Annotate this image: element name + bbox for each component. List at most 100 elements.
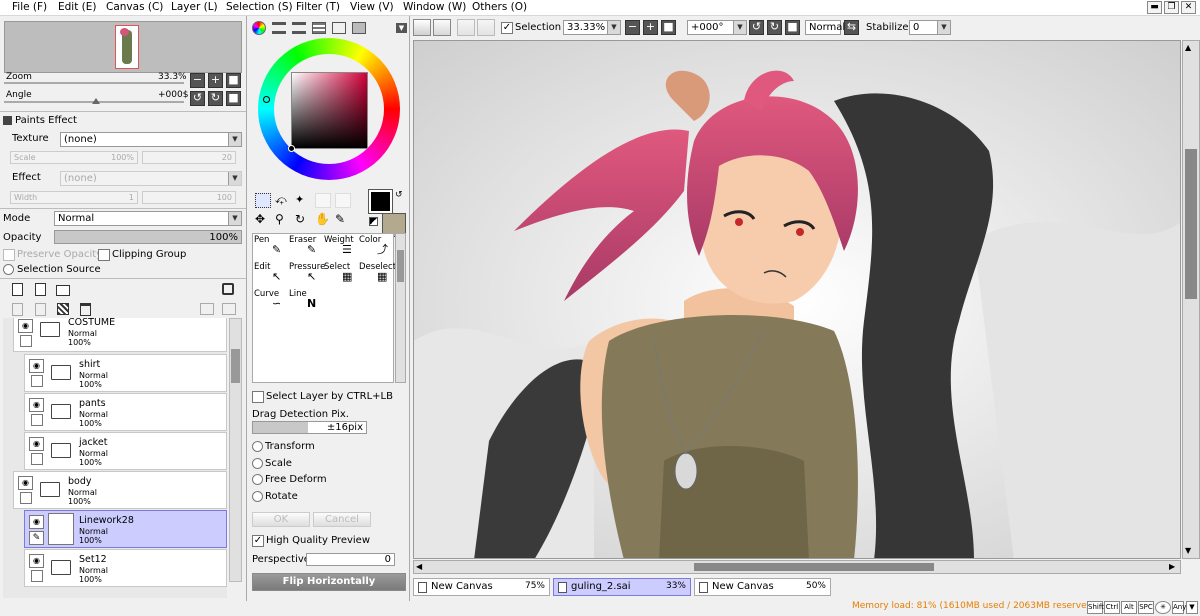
clipping-group-checkbox[interactable] [98, 249, 110, 261]
selection-checkbox[interactable]: ✓ [501, 22, 513, 34]
menu-window[interactable]: Window (W) [403, 1, 466, 13]
pen-icon[interactable]: ✎ [29, 531, 44, 545]
rotate-tool-icon[interactable]: ↻ [295, 212, 305, 226]
tool-line[interactable]: Line N [289, 290, 322, 314]
eye-icon[interactable]: ◉ [18, 476, 33, 490]
redo-icon[interactable] [433, 19, 451, 36]
eyedropper-icon[interactable]: ✎ [335, 212, 345, 226]
rgb-slider-tab-icon[interactable] [272, 22, 286, 34]
blend-mode-field[interactable]: Normal [805, 20, 845, 35]
collapse-icon[interactable] [3, 116, 12, 125]
scroll-left-arrow-icon[interactable]: ◀ [416, 562, 422, 571]
scale-radio[interactable] [252, 458, 263, 469]
layer-row[interactable]: ◉ shirt Normal 100% [24, 354, 227, 392]
scroll-down-arrow-icon[interactable]: ▼ [1185, 546, 1191, 555]
mixer-tab-icon[interactable] [332, 22, 346, 34]
canvas-tab-active[interactable]: guling_2.sai 33% [553, 578, 691, 596]
scrollbar-thumb[interactable] [397, 250, 404, 282]
minimize-button[interactable]: ▬ [1147, 1, 1162, 14]
zoom-select[interactable]: 33.33% ▼ [563, 20, 621, 35]
zoom-tool-icon[interactable]: ⚲ [275, 212, 284, 226]
menu-canvas[interactable]: Canvas (C) [106, 1, 163, 13]
menu-selection[interactable]: Selection (S) [226, 1, 293, 13]
free-deform-radio[interactable] [252, 474, 263, 485]
marquee-tool-icon[interactable] [255, 193, 271, 208]
eye-icon[interactable]: ◉ [29, 515, 44, 529]
layer-row[interactable]: ◉ pants Normal 100% [24, 393, 227, 431]
layer-lock-checkbox[interactable] [20, 335, 32, 347]
panel-menu-icon[interactable]: ▼ [396, 23, 407, 33]
layer-list-scrollbar[interactable] [229, 318, 242, 582]
scroll-right-arrow-icon[interactable]: ▶ [1169, 562, 1175, 571]
zoom-in-button[interactable]: + [643, 20, 658, 35]
trash-icon[interactable] [80, 303, 91, 316]
menu-file[interactable]: File (F) [12, 1, 47, 13]
eye-icon[interactable]: ◉ [29, 554, 44, 568]
layer-row-selected[interactable]: ◉ ✎ Linework28 Normal 100% [24, 510, 227, 548]
zoom-out-button[interactable]: − [625, 20, 640, 35]
angle-select[interactable]: +000° ▼ [687, 20, 747, 35]
layer-row[interactable]: ◉ body Normal 100% [13, 471, 227, 509]
saturation-value-square[interactable] [291, 72, 368, 149]
tool-weight[interactable]: Weight ☰ [324, 236, 357, 260]
layer-row[interactable]: ◉ COSTUME Normal 100% [13, 318, 227, 352]
tool-deselect[interactable]: Deselect ▦ [359, 263, 396, 287]
zoom-fit-button[interactable]: ■ [661, 20, 676, 35]
swatch-tab-icon[interactable] [312, 22, 326, 34]
tool-grid-scrollbar[interactable] [395, 233, 406, 383]
stabilizer-select[interactable]: 0 ▼ [909, 20, 951, 35]
tool-curve[interactable]: Curve ∽ [254, 290, 287, 314]
rotate-radio[interactable] [252, 491, 263, 502]
layer-lock-checkbox[interactable] [31, 414, 43, 426]
color-picker-marker[interactable] [288, 145, 295, 152]
settings-icon[interactable]: ✳ [1155, 601, 1171, 614]
layer-lock-checkbox[interactable] [20, 492, 32, 504]
menu-view[interactable]: View (V) [350, 1, 394, 13]
rotate-left-button[interactable]: ↺ [190, 91, 205, 106]
menu-others[interactable]: Others (O) [472, 1, 527, 13]
new-layer-icon[interactable] [12, 283, 23, 296]
restore-button[interactable]: ❐ [1164, 1, 1179, 14]
menu-edit[interactable]: Edit (E) [58, 1, 97, 13]
undo-icon[interactable] [413, 19, 431, 36]
close-button[interactable]: ✕ [1181, 1, 1196, 14]
layer-mask-icon[interactable] [222, 283, 234, 295]
canvas-vertical-scrollbar[interactable]: ▲ ▼ [1182, 40, 1200, 559]
layer-lock-checkbox[interactable] [31, 453, 43, 465]
layer-row[interactable]: ◉ jacket Normal 100% [24, 432, 227, 470]
blend-mode-select[interactable]: Normal ▼ [54, 211, 242, 226]
layer-lock-checkbox[interactable] [31, 375, 43, 387]
invert-selection-icon[interactable] [477, 19, 495, 36]
scrollbar-thumb[interactable] [1185, 149, 1197, 299]
scroll-up-arrow-icon[interactable]: ▲ [1185, 43, 1191, 52]
tool-pen[interactable]: Pen ✎ [254, 236, 287, 260]
eye-icon[interactable]: ◉ [29, 398, 44, 412]
eye-icon[interactable]: ◉ [29, 437, 44, 451]
scrollbar-thumb[interactable] [231, 349, 240, 383]
tool-select[interactable]: Select ▦ [324, 263, 357, 287]
rotate-reset-button[interactable]: ■ [785, 20, 800, 35]
scrollbar-thumb[interactable] [694, 563, 934, 571]
rotate-right-button[interactable]: ↻ [208, 91, 223, 106]
flip-view-button[interactable]: ⇆ [844, 20, 859, 35]
canvas-horizontal-scrollbar[interactable]: ◀ ▶ [413, 560, 1181, 574]
tool-color[interactable]: Color ⤴ [359, 236, 392, 260]
tool-pressure[interactable]: Pressure ↖ [289, 263, 325, 287]
hue-marker[interactable] [263, 96, 270, 103]
canvas-tab[interactable]: New Canvas 50% [694, 578, 831, 596]
zoom-reset-button[interactable]: ■ [226, 73, 241, 88]
move-tool-icon[interactable]: ✥ [255, 212, 265, 226]
canvas-area[interactable] [413, 40, 1181, 559]
scratchpad-tab-icon[interactable] [352, 22, 366, 34]
layer-row[interactable]: ◉ Set12 Normal 100% [24, 549, 227, 587]
new-folder-icon[interactable] [56, 285, 70, 296]
color-wheel-tab-icon[interactable] [252, 21, 266, 35]
primary-color-swatch[interactable] [368, 189, 393, 214]
eye-icon[interactable]: ◉ [18, 319, 33, 333]
navigator-preview[interactable] [4, 21, 242, 73]
rotate-reset-button[interactable]: ■ [226, 91, 241, 106]
menu-filter[interactable]: Filter (T) [296, 1, 340, 13]
reset-colors-icon[interactable] [369, 217, 378, 226]
tool-edit[interactable]: Edit ↖ [254, 263, 287, 287]
lasso-tool-icon[interactable]: ⤽ [275, 193, 291, 208]
